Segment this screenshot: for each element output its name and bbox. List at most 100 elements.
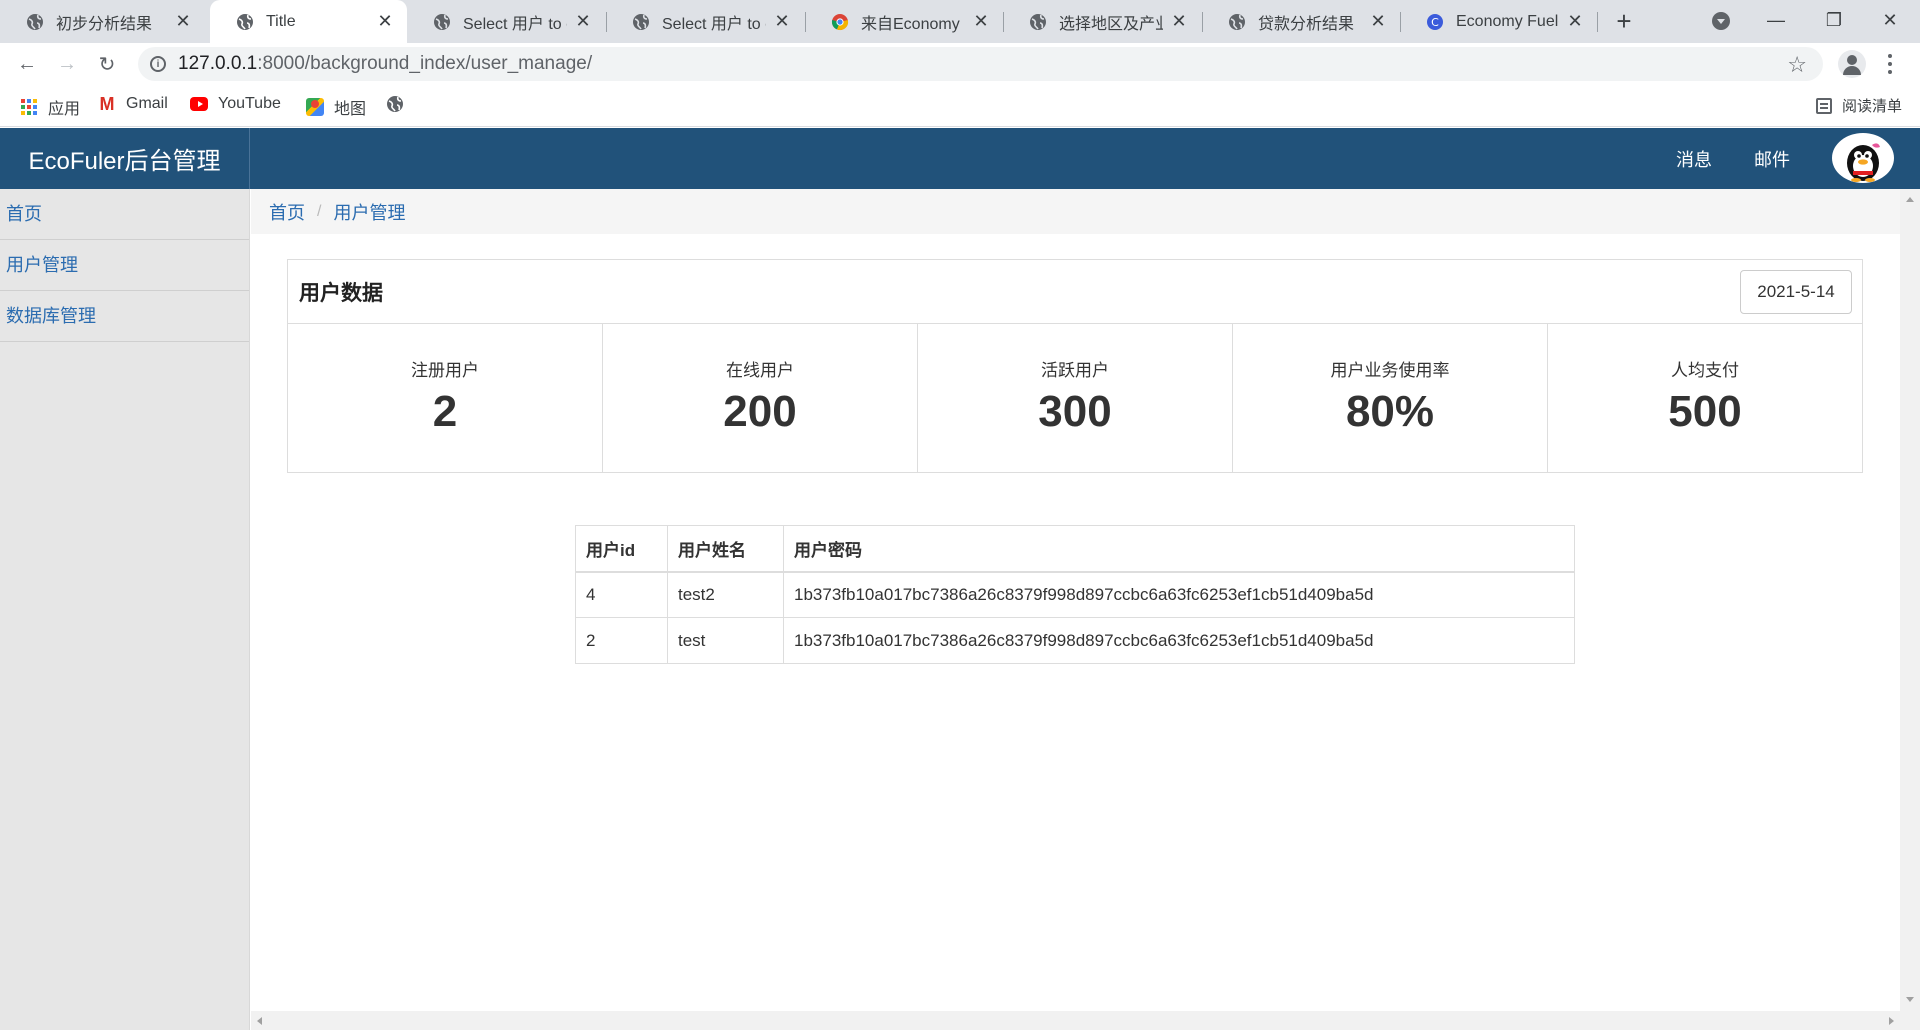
url-path: :8000/background_index/user_manage/ bbox=[257, 53, 593, 74]
globe-icon bbox=[387, 96, 403, 112]
browser-tab[interactable]: C Economy Fueler ✕ bbox=[1400, 0, 1597, 43]
stat-label: 人均支付 bbox=[1671, 361, 1739, 380]
table-row: 4 test2 1b373fb10a017bc7386a26c8379f998d… bbox=[575, 571, 1575, 618]
cell-user-password: 1b373fb10a017bc7386a26c8379f998d897ccbc6… bbox=[783, 571, 1575, 618]
table-header-row: 用户id 用户姓名 用户密码 bbox=[575, 525, 1575, 573]
breadcrumb-current[interactable]: 用户管理 bbox=[333, 199, 405, 225]
stat-label: 用户业务使用率 bbox=[1330, 361, 1450, 380]
close-icon[interactable]: ✕ bbox=[1370, 11, 1386, 32]
stat-value: 2 bbox=[432, 387, 458, 436]
cell-user-password: 1b373fb10a017bc7386a26c8379f998d897ccbc6… bbox=[783, 617, 1575, 664]
vertical-scrollbar[interactable] bbox=[1900, 189, 1920, 1030]
url-text: 127.0.0.1:8000/background_index/user_man… bbox=[178, 53, 592, 75]
close-icon[interactable]: ✕ bbox=[973, 11, 989, 32]
user-stats-panel: 用户数据 2021-5-14 注册用户 2 在线用户 200 活跃用户 300 … bbox=[287, 259, 1863, 473]
reload-icon[interactable]: ↻ bbox=[94, 51, 120, 77]
scroll-left-icon[interactable] bbox=[257, 1017, 262, 1025]
user-avatar[interactable] bbox=[1832, 133, 1894, 183]
stat-label: 注册用户 bbox=[411, 361, 479, 380]
brand-title[interactable]: EcoFuler后台管理 bbox=[0, 128, 250, 189]
bookmark-maps[interactable]: 地图 bbox=[306, 95, 366, 119]
date-button[interactable]: 2021-5-14 bbox=[1740, 269, 1852, 314]
stat-value: 500 bbox=[1668, 387, 1742, 436]
kebab-menu-icon[interactable] bbox=[1886, 51, 1894, 77]
c-letter-icon: C bbox=[1427, 13, 1443, 30]
browser-tab-active[interactable]: Title ✕ bbox=[210, 0, 407, 43]
sidebar-item-database-management[interactable]: 数据库管理 bbox=[0, 291, 249, 342]
reading-list-icon bbox=[1815, 97, 1832, 114]
sidebar-item-home[interactable]: 首页 bbox=[0, 189, 249, 240]
info-icon[interactable]: i bbox=[150, 56, 166, 72]
stat-value: 200 bbox=[723, 387, 797, 436]
address-bar[interactable]: i 127.0.0.1:8000/background_index/user_m… bbox=[138, 47, 1823, 81]
nav-mail[interactable]: 邮件 bbox=[1754, 128, 1790, 189]
browser-tab[interactable]: 初步分析结果 ✕ bbox=[0, 0, 205, 43]
tab-title: 贷款分析结果 bbox=[1258, 15, 1355, 33]
close-icon[interactable]: ✕ bbox=[377, 11, 393, 32]
breadcrumb: 首页 / 用户管理 bbox=[251, 189, 1900, 234]
stat-label: 在线用户 bbox=[726, 361, 794, 380]
breadcrumb-separator: / bbox=[317, 202, 322, 220]
minimize-icon[interactable]: — bbox=[1756, 6, 1796, 34]
bookmark-apps[interactable]: 应用 bbox=[20, 95, 80, 119]
back-arrow-icon[interactable]: ← bbox=[14, 51, 40, 77]
close-icon[interactable]: ✕ bbox=[774, 11, 790, 32]
breadcrumb-home[interactable]: 首页 bbox=[269, 199, 305, 225]
browser-tab[interactable]: Select 用户 to ch ✕ bbox=[407, 0, 605, 43]
window-close-icon[interactable]: ✕ bbox=[1870, 6, 1910, 34]
column-header-user-id: 用户id bbox=[575, 525, 668, 573]
cell-user-name: test2 bbox=[667, 571, 784, 618]
close-icon[interactable]: ✕ bbox=[1171, 11, 1187, 32]
bookmarks-bar: 应用 M Gmail YouTube 地图 阅读清单 bbox=[0, 85, 1920, 127]
gmail-icon: M bbox=[99, 93, 115, 114]
youtube-icon bbox=[190, 95, 208, 113]
forward-arrow-icon[interactable]: → bbox=[54, 51, 80, 77]
globe-icon bbox=[1229, 13, 1245, 30]
sidebar-item-user-management[interactable]: 用户管理 bbox=[0, 240, 249, 291]
browser-toolbar: ← → ↻ i 127.0.0.1:8000/background_index/… bbox=[0, 43, 1920, 85]
browser-tab[interactable]: 选择地区及产业 ✕ bbox=[1003, 0, 1201, 43]
scroll-right-icon[interactable] bbox=[1889, 1017, 1894, 1025]
app-header: EcoFuler后台管理 消息 邮件 bbox=[0, 128, 1920, 189]
panel-header: 用户数据 2021-5-14 bbox=[288, 260, 1862, 324]
tab-title: 选择地区及产业 bbox=[1059, 15, 1163, 33]
scroll-up-icon[interactable] bbox=[1906, 197, 1914, 202]
bookmark-label: YouTube bbox=[218, 95, 281, 112]
browser-tab-strip: 初步分析结果 ✕ Title ✕ Select 用户 to ch ✕ Selec… bbox=[0, 0, 1920, 43]
bookmark-label: 应用 bbox=[48, 101, 81, 118]
stats-row: 注册用户 2 在线用户 200 活跃用户 300 用户业务使用率 80% 人均支… bbox=[288, 324, 1862, 472]
browser-tab[interactable]: Select 用户 to ch ✕ bbox=[606, 0, 804, 43]
scroll-down-icon[interactable] bbox=[1906, 997, 1914, 1002]
tab-title: Title bbox=[266, 12, 296, 30]
cell-user-id: 2 bbox=[575, 617, 668, 664]
bookmark-star-icon[interactable]: ☆ bbox=[1787, 52, 1807, 78]
globe-icon bbox=[1030, 13, 1046, 30]
reading-list-button[interactable]: 阅读清单 bbox=[1815, 95, 1902, 116]
browser-tab[interactable]: 贷款分析结果 ✕ bbox=[1202, 0, 1400, 43]
tab-separator bbox=[1597, 12, 1598, 32]
new-tab-button[interactable]: + bbox=[1610, 8, 1638, 36]
cell-user-name: test bbox=[667, 617, 784, 664]
tab-search-icon[interactable] bbox=[1712, 12, 1730, 30]
table-row: 2 test 1b373fb10a017bc7386a26c8379f998d8… bbox=[575, 617, 1575, 664]
close-icon[interactable]: ✕ bbox=[1567, 11, 1583, 32]
profile-avatar-icon[interactable] bbox=[1838, 50, 1866, 78]
sidebar: 首页 用户管理 数据库管理 bbox=[0, 189, 250, 1030]
chrome-icon bbox=[831, 13, 849, 30]
restore-icon[interactable]: ❐ bbox=[1814, 6, 1854, 34]
close-icon[interactable]: ✕ bbox=[575, 11, 591, 32]
svg-text:C: C bbox=[1431, 16, 1439, 29]
cell-user-id: 4 bbox=[575, 571, 668, 618]
globe-icon bbox=[434, 13, 450, 30]
url-host: 127.0.0.1 bbox=[178, 53, 258, 74]
browser-tab[interactable]: 来自Economy Fu ✕ bbox=[805, 0, 1003, 43]
bookmark-youtube[interactable]: YouTube bbox=[190, 95, 281, 113]
bookmark-globe[interactable] bbox=[386, 95, 414, 113]
nav-messages[interactable]: 消息 bbox=[1676, 128, 1712, 189]
globe-icon bbox=[633, 13, 649, 30]
globe-icon bbox=[237, 13, 253, 30]
maps-icon bbox=[306, 98, 324, 116]
close-icon[interactable]: ✕ bbox=[175, 11, 191, 32]
horizontal-scrollbar[interactable] bbox=[251, 1011, 1900, 1030]
bookmark-gmail[interactable]: M Gmail bbox=[98, 93, 168, 114]
